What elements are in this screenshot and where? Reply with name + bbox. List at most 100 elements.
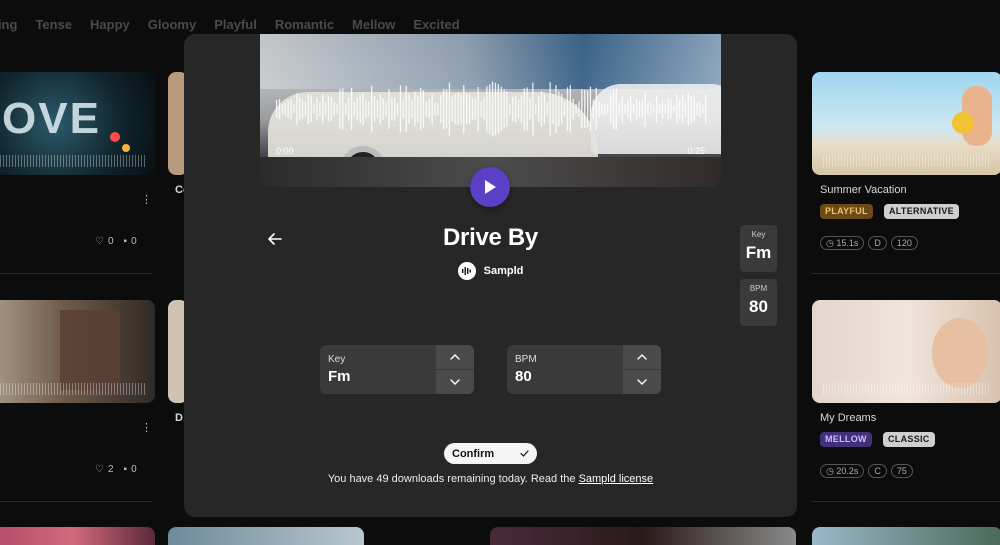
waveform-bar: [468, 94, 471, 124]
waveform-bar: [489, 84, 491, 134]
waveform-bar: [417, 95, 419, 123]
waveform-bar: [644, 91, 646, 127]
bpm-increment-button[interactable]: [623, 345, 661, 369]
key-decrement-button[interactable]: [436, 370, 474, 394]
card-thumbnail-partial[interactable]: [812, 527, 1000, 545]
confirm-label: Confirm: [452, 447, 495, 460]
card-thumbnail-beach[interactable]: [812, 72, 1000, 175]
waveform-bar: [569, 85, 571, 133]
cover-image: 0:00 0:25: [260, 34, 721, 187]
waveform-bar: [342, 88, 344, 130]
waveform-bar: [702, 105, 704, 113]
bpm-badge: 75: [890, 464, 913, 478]
waveform-bar: [693, 97, 695, 121]
card-thumbnail-street[interactable]: [0, 300, 155, 403]
waveform[interactable]: [260, 34, 721, 187]
card-thumbnail-love-sign[interactable]: OVE: [0, 72, 155, 175]
mood-filter-item[interactable]: ning: [0, 17, 17, 32]
license-link[interactable]: Sampld license: [579, 473, 654, 485]
waveform-bar: [500, 86, 502, 132]
card-thumbnail-partial[interactable]: [168, 527, 364, 545]
waveform-bar: [327, 96, 330, 122]
waveform-bar: [679, 99, 681, 119]
waveform-bar: [595, 87, 597, 131]
confirm-button[interactable]: Confirm: [444, 443, 537, 464]
waveform-bar: [284, 102, 286, 116]
waveform-bar: [359, 94, 361, 124]
waveform-bar: [526, 87, 528, 131]
waveform-bar: [316, 97, 318, 121]
waveform-bar: [382, 98, 384, 120]
card-thumbnail-girl[interactable]: [812, 300, 1000, 403]
mood-filter-item[interactable]: Playful: [214, 17, 257, 32]
genre-tag[interactable]: ALTERNATIVE: [884, 204, 959, 219]
artist-name: Sampld: [483, 265, 524, 277]
waveform-bar: [581, 89, 583, 129]
key-stepper[interactable]: Key Fm: [320, 345, 474, 394]
waveform-bar: [408, 94, 410, 124]
card-thumbnail-partial[interactable]: [490, 527, 796, 545]
waveform-bar: [587, 90, 589, 128]
key-stepper-label: Key: [328, 354, 346, 365]
card-menu-icon[interactable]: ⋮: [141, 193, 152, 206]
card-meta: ◷ 20.2s C 75: [820, 464, 913, 478]
key-increment-button[interactable]: [436, 345, 474, 369]
waveform-bar: [281, 104, 284, 114]
mood-filter-item[interactable]: Gloomy: [148, 17, 196, 32]
card-thumbnail-partial[interactable]: [0, 527, 155, 545]
waveform-bar: [503, 89, 505, 129]
waveform-bar: [673, 105, 675, 113]
waveform-bar: [431, 94, 433, 124]
waveform-bar: [592, 99, 594, 119]
waveform-bar: [448, 82, 451, 136]
artist[interactable]: Sampld: [184, 262, 797, 280]
genre-tag[interactable]: CLASSIC: [883, 432, 935, 447]
waveform-bar: [589, 86, 592, 132]
mood-filter-item[interactable]: Romantic: [275, 17, 334, 32]
waveform-bar: [610, 94, 612, 124]
mood-filter-item[interactable]: Excited: [413, 17, 459, 32]
waveform-bar: [307, 94, 309, 124]
card-title[interactable]: My Dreams: [820, 412, 876, 424]
chevron-up-icon: [450, 354, 460, 360]
waveform-bar: [474, 98, 476, 120]
waveform-bar: [658, 104, 661, 114]
waveform-bar: [653, 105, 655, 113]
mood-filter-item[interactable]: Tense: [35, 17, 72, 32]
card-menu-icon[interactable]: ⋮: [141, 421, 152, 434]
bpm-decrement-button[interactable]: [623, 370, 661, 394]
mood-tag[interactable]: MELLOW: [820, 432, 872, 447]
waveform-bar: [434, 102, 436, 116]
waveform-bar: [690, 96, 692, 123]
waveform-bar: [477, 87, 479, 132]
heart-icon[interactable]: ♡: [95, 464, 104, 475]
waveform-bar: [532, 82, 534, 136]
waveform-bar: [440, 95, 442, 123]
comment-icon[interactable]: ▪: [124, 464, 128, 475]
heart-icon[interactable]: ♡: [95, 236, 104, 247]
waveform-bar: [411, 99, 413, 119]
mood-filter-item[interactable]: Happy: [90, 17, 130, 32]
duration-badge: ◷ 15.1s: [820, 236, 865, 250]
waveform-bar: [670, 99, 672, 119]
mood-filter-item[interactable]: Mellow: [352, 17, 395, 32]
waveform-bar: [512, 96, 514, 122]
waveform-bar: [422, 90, 425, 128]
chevron-up-icon: [637, 354, 647, 360]
waveform-bar: [615, 88, 617, 130]
waveform-bar: [687, 92, 689, 126]
waveform-bar: [684, 101, 687, 117]
mood-tag[interactable]: PLAYFUL: [820, 204, 873, 219]
comment-icon[interactable]: ▪: [124, 236, 128, 247]
waveform-bar: [460, 94, 462, 124]
waveform-bar: [494, 82, 497, 136]
card-title[interactable]: Summer Vacation: [820, 184, 907, 196]
artist-logo-icon: [457, 262, 476, 280]
bpm-stepper[interactable]: BPM 80: [507, 345, 661, 394]
waveform-bar: [287, 100, 289, 118]
play-button[interactable]: [470, 167, 510, 207]
duration-badge: ◷ 20.2s: [820, 464, 865, 478]
bpm-badge: 120: [890, 236, 918, 250]
clock-icon: ◷: [826, 466, 834, 476]
waveform-bar: [607, 104, 609, 114]
